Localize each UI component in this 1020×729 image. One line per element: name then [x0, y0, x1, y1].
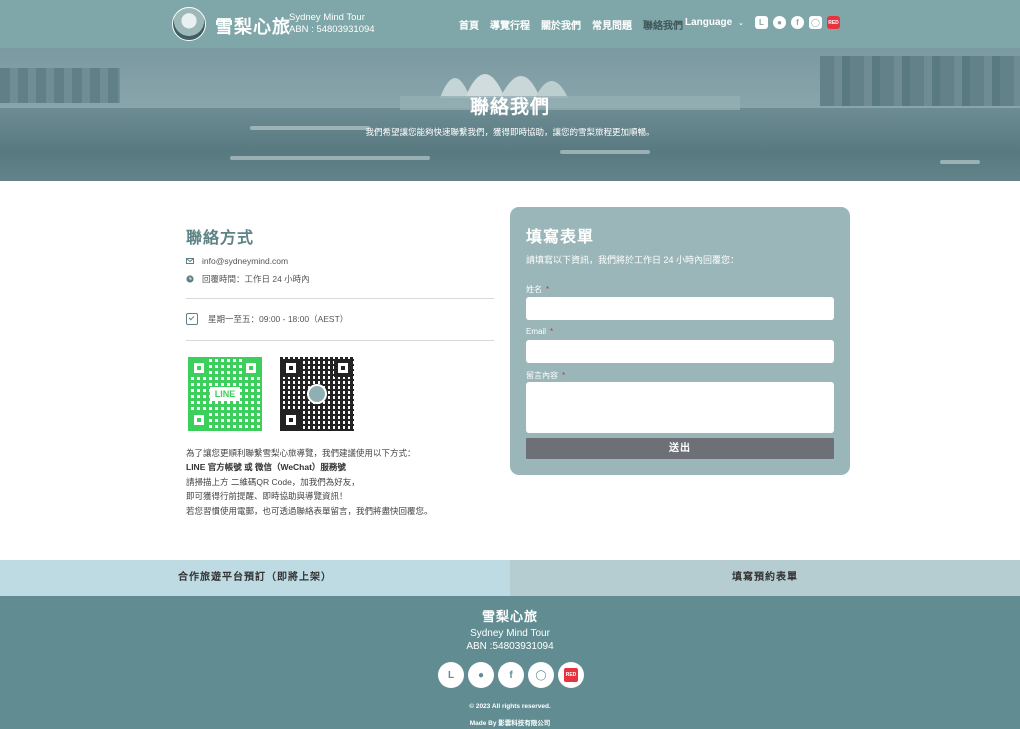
required-mark: *	[562, 371, 566, 380]
business-hours: 星期一至五：09:00 - 18:00（AEST）	[208, 314, 349, 324]
wechat-qr-code	[280, 357, 354, 431]
header-social-links: L ● f ◯ RED	[755, 16, 840, 29]
desc-line: 為了讓您更順利聯繫雪梨心旅導覽，我們建議使用以下方式：	[186, 448, 416, 458]
booking-form-button[interactable]: 填寫預約表單	[510, 560, 1020, 596]
contact-form: 填寫表單 請填寫以下資訊，我們將於工作日 24 小時內回覆您： 姓名 * Emai…	[510, 207, 850, 475]
contact-reply-row: 回覆時間：工作日 24 小時內	[186, 273, 310, 285]
name-label-text: 姓名	[526, 285, 542, 294]
footer-brand-english: Sydney Mind Tour	[470, 628, 550, 639]
reply-time: 回覆時間：工作日 24 小時內	[202, 274, 310, 284]
divider	[186, 340, 494, 341]
contact-email[interactable]: info@sydneymind.com	[202, 256, 288, 266]
submit-button[interactable]: 送出	[526, 438, 834, 459]
footer-made-by[interactable]: Made By 影雲科技有限公司	[0, 717, 1020, 727]
instagram-icon[interactable]: ◯	[528, 662, 554, 688]
rednote-icon[interactable]: RED	[827, 16, 840, 29]
nav-tours[interactable]: 導覽行程	[490, 17, 530, 32]
desc-line: 若您習慣使用電郵，也可透過聯絡表單留言，我們將盡快回覆您。	[186, 505, 433, 516]
contact-section-title: 聯絡方式	[186, 230, 255, 247]
language-selector[interactable]: Language ⌄	[685, 17, 744, 28]
message-label-text: 留言內容	[526, 371, 558, 380]
nav-contact[interactable]: 聯絡我們	[643, 17, 683, 32]
logo-icon[interactable]	[172, 7, 206, 41]
desc-line: 請掃描上方 二維碼QR Code，加我們為好友，	[186, 476, 360, 487]
main-nav: 首頁 導覽行程 關於我們 常見問題 聯絡我們	[459, 17, 694, 32]
mail-icon	[186, 258, 194, 264]
footer-brand: 雪梨心旅	[481, 609, 538, 624]
name-label: 姓名 *	[526, 284, 549, 295]
qr-corner	[282, 411, 300, 429]
email-label: Email *	[526, 327, 553, 336]
message-field[interactable]	[526, 382, 834, 433]
line-icon[interactable]: L	[755, 16, 768, 29]
email-field[interactable]	[526, 340, 834, 363]
qr-corner	[242, 359, 260, 377]
brand-subtitle: Sydney Mind Tour ABN : 54803931094	[289, 12, 375, 36]
brand-english-name: Sydney Mind Tour	[289, 12, 365, 23]
footer-abn: ABN :54803931094	[466, 641, 554, 652]
email-label-text: Email	[526, 327, 547, 336]
message-label: 留言內容 *	[526, 370, 565, 381]
footer-copyright: © 2023 All rights reserved.	[469, 703, 551, 710]
page-subtitle: 我們希望讓您能夠快速聯繫我們，獲得即時協助，讓您的雪梨旅程更加順暢。	[365, 127, 655, 137]
language-label: Language	[685, 17, 733, 28]
facebook-icon[interactable]: f	[791, 16, 804, 29]
qr-corner	[334, 359, 352, 377]
contact-description: 為了讓您更順利聯繫雪梨心旅導覽，我們建議使用以下方式： LINE 官方帳號 或 …	[186, 446, 433, 518]
footer-social-links: L ● f ◯ RED	[438, 662, 584, 688]
qr-corner	[190, 411, 208, 429]
contact-email-row: info@sydneymind.com	[186, 256, 288, 266]
clock-icon	[186, 275, 194, 283]
site-header: 雪梨心旅 Sydney Mind Tour ABN : 54803931094 …	[0, 0, 1020, 48]
desc-line: 即可獲得行前提醒、即時協助與導覽資訊！	[186, 491, 348, 502]
partner-booking-button[interactable]: 合作旅遊平台預訂（即將上架）	[0, 560, 510, 596]
calendar-check-icon	[186, 313, 198, 325]
brand-abn: ABN : 54803931094	[289, 24, 375, 35]
brand-name[interactable]: 雪梨心旅	[215, 13, 291, 39]
desc-line-bold: LINE 官方帳號 或 微信（WeChat）服務號	[186, 462, 346, 473]
divider	[186, 298, 494, 299]
wechat-icon[interactable]: ●	[773, 16, 786, 29]
facebook-icon[interactable]: f	[498, 662, 524, 688]
rednote-icon[interactable]: RED	[558, 662, 584, 688]
qr-logo-icon	[307, 384, 327, 404]
chevron-down-icon: ⌄	[738, 20, 744, 27]
site-footer: 雪梨心旅 Sydney Mind Tour ABN :54803931094 L…	[0, 596, 1020, 729]
qr-corner	[282, 359, 300, 377]
nav-faq[interactable]: 常見問題	[592, 17, 632, 32]
required-mark: *	[550, 327, 554, 336]
form-subtitle: 請填寫以下資訊，我們將於工作日 24 小時內回覆您：	[526, 255, 740, 265]
required-mark: *	[546, 285, 550, 294]
qr-line-label: LINE	[210, 387, 240, 401]
wechat-icon[interactable]: ●	[468, 662, 494, 688]
instagram-icon[interactable]: ◯	[809, 16, 822, 29]
business-hours-row: 星期一至五：09:00 - 18:00（AEST）	[186, 313, 348, 325]
qr-corner	[190, 359, 208, 377]
line-icon[interactable]: L	[438, 662, 464, 688]
form-title: 填寫表單	[526, 229, 595, 246]
hero-banner: 聯絡我們 我們希望讓您能夠快速聯繫我們，獲得即時協助，讓您的雪梨旅程更加順暢。	[0, 48, 1020, 181]
name-field[interactable]	[526, 297, 834, 320]
line-qr-code: LINE	[188, 357, 262, 431]
nav-home[interactable]: 首頁	[459, 17, 479, 32]
nav-about[interactable]: 關於我們	[541, 17, 581, 32]
page-title: 聯絡我們	[469, 97, 550, 118]
